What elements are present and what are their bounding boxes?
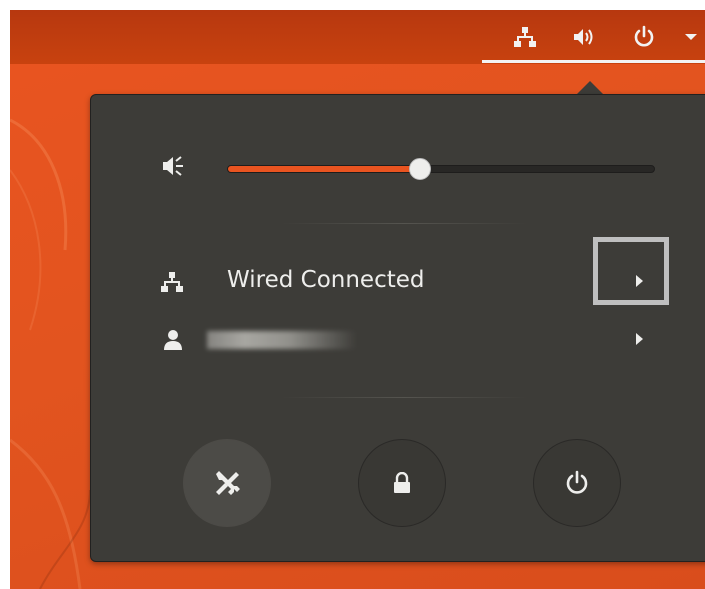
- lock-button[interactable]: [358, 439, 446, 527]
- network-wired-icon: [161, 271, 183, 293]
- lock-icon: [394, 472, 410, 493]
- volume-slider-fill: [228, 166, 420, 172]
- power-icon[interactable]: [631, 24, 657, 50]
- volume-muted-icon: [161, 153, 187, 179]
- system-menu: Wired Connected: [90, 94, 705, 562]
- separator: [281, 397, 527, 398]
- power-icon: [566, 470, 588, 494]
- menu-pointer: [576, 81, 604, 95]
- dropdown-arrow-icon[interactable]: [678, 24, 704, 50]
- user-icon: [163, 329, 185, 351]
- desktop-background: Wired Connected: [10, 10, 705, 589]
- user-name-blurred[interactable]: [207, 331, 357, 349]
- network-wired-icon[interactable]: [512, 24, 538, 50]
- chevron-right-icon[interactable]: [636, 275, 643, 287]
- network-submenu-highlight: [593, 237, 669, 305]
- volume-icon[interactable]: [571, 24, 597, 50]
- volume-slider-knob[interactable]: [408, 158, 431, 180]
- separator: [281, 223, 527, 224]
- power-off-button[interactable]: [533, 439, 621, 527]
- chevron-right-icon[interactable]: [636, 333, 643, 345]
- network-status-label[interactable]: Wired Connected: [227, 267, 425, 293]
- settings-button[interactable]: [183, 439, 271, 527]
- settings-tools-icon: [216, 471, 240, 495]
- active-indicator: [482, 60, 705, 63]
- volume-slider[interactable]: [227, 158, 655, 180]
- top-bar: [10, 10, 705, 64]
